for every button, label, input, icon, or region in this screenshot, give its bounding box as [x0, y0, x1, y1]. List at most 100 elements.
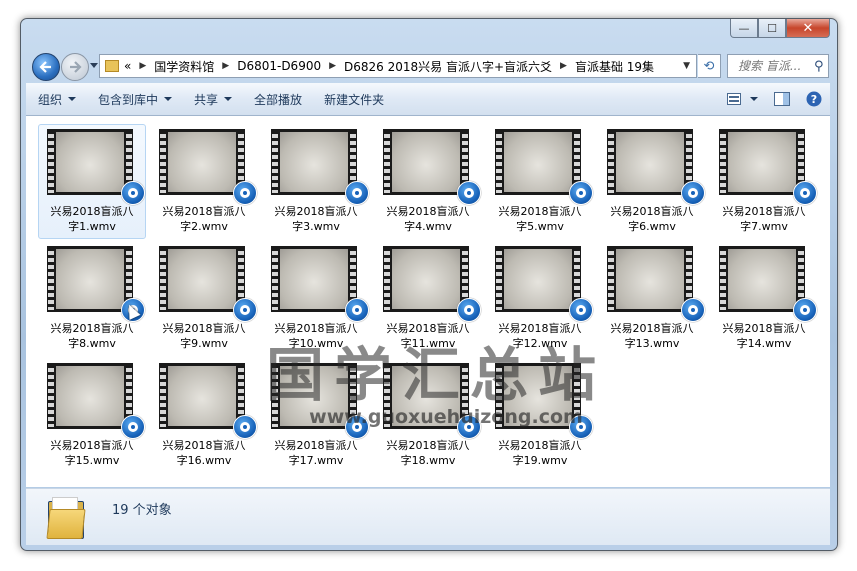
preview-pane-button[interactable]: [774, 92, 790, 106]
file-item[interactable]: 兴易2018盲派八 字11.wmv: [374, 241, 482, 356]
address-dropdown-icon[interactable]: ▼: [683, 61, 690, 71]
file-item[interactable]: 兴易2018盲派八 字2.wmv: [150, 124, 258, 239]
media-player-icon: [681, 181, 705, 205]
file-name-line: 兴易2018盲派八: [274, 205, 358, 218]
file-list-pane[interactable]: 兴易2018盲派八 字1.wmv 兴易2018盲派八 字2.wmv 兴易2018盲派八字…: [26, 116, 830, 487]
change-view-button[interactable]: [726, 92, 742, 106]
play-all-button[interactable]: 全部播放: [254, 91, 302, 108]
file-name: 兴易2018盲派八 字2.wmv: [151, 204, 257, 234]
maximize-button[interactable]: ☐: [758, 19, 786, 38]
file-item[interactable]: 兴易2018盲派八 字12.wmv: [486, 241, 594, 356]
include-in-library-menu[interactable]: 包含到库中: [98, 91, 173, 108]
search-icon[interactable]: ⚲: [814, 59, 824, 74]
share-menu[interactable]: 共享: [194, 91, 233, 108]
preview-pane-icon: [774, 92, 790, 106]
file-item[interactable]: 兴易2018盲派八 字3.wmv: [262, 124, 370, 239]
media-player-icon: [793, 181, 817, 205]
file-name-line: 兴易2018盲派八: [386, 439, 470, 452]
video-thumbnail: [271, 363, 357, 429]
file-item[interactable]: 兴易2018盲派八 字9.wmv: [150, 241, 258, 356]
file-name-line: 字11.wmv: [400, 337, 456, 350]
chevron-right-icon[interactable]: ▶: [329, 61, 336, 71]
thumbnail-frame: [168, 249, 236, 309]
film-perforation: [48, 248, 54, 310]
file-name-line: 兴易2018盲派八: [498, 322, 582, 335]
video-thumbnail: [271, 246, 357, 312]
video-thumbnail: [383, 246, 469, 312]
file-name: 兴易2018盲派八 字6.wmv: [599, 204, 705, 234]
video-thumbnail: [719, 129, 805, 195]
file-name: 兴易2018盲派八 字1.wmv: [39, 204, 145, 234]
file-item[interactable]: 兴易2018盲派八 字15.wmv: [38, 358, 146, 473]
minimize-button[interactable]: —: [730, 19, 758, 38]
thumbnail-frame: [616, 132, 684, 192]
file-name-line: 兴易2018盲派八: [162, 322, 246, 335]
file-item[interactable]: 兴易2018盲派八 字16.wmv: [150, 358, 258, 473]
media-player-icon: [457, 181, 481, 205]
thumbnail-frame: [504, 249, 572, 309]
chevron-right-icon[interactable]: ▶: [560, 61, 567, 71]
file-item[interactable]: 兴易2018盲派八 字17.wmv: [262, 358, 370, 473]
help-button[interactable]: ?: [806, 91, 822, 107]
file-name-line: 字5.wmv: [516, 220, 564, 233]
video-thumbnail: [383, 363, 469, 429]
file-item[interactable]: 兴易2018盲派八 字5.wmv: [486, 124, 594, 239]
file-name-line: 字10.wmv: [288, 337, 344, 350]
video-thumbnail: [495, 246, 581, 312]
chevron-down-icon: [750, 97, 758, 101]
refresh-button[interactable]: ⟲: [698, 54, 721, 78]
film-perforation: [48, 131, 54, 193]
breadcrumb-item[interactable]: D6801-D6900: [237, 59, 321, 73]
organize-menu[interactable]: 组织: [38, 91, 77, 108]
share-label: 共享: [194, 92, 219, 107]
breadcrumb-overflow[interactable]: «: [124, 59, 131, 73]
file-item[interactable]: 兴易2018盲派八 字19.wmv: [486, 358, 594, 473]
video-thumbnail: [607, 246, 693, 312]
film-perforation: [272, 248, 278, 310]
file-name-line: 字16.wmv: [176, 454, 232, 467]
file-item[interactable]: 兴易2018盲派八 字7.wmv: [710, 124, 818, 239]
file-item[interactable]: 兴易2018盲派八 字14.wmv: [710, 241, 818, 356]
media-player-icon: [345, 298, 369, 322]
file-item[interactable]: 兴易2018盲派八 字8.wmv: [38, 241, 146, 356]
thumbnail-frame: [280, 132, 348, 192]
forward-arrow-icon: [70, 61, 82, 73]
new-folder-button[interactable]: 新建文件夹: [324, 91, 384, 108]
file-item[interactable]: 兴易2018盲派八 字6.wmv: [598, 124, 706, 239]
file-name-line: 字4.wmv: [404, 220, 452, 233]
file-name: 兴易2018盲派八 字18.wmv: [375, 438, 481, 468]
film-perforation: [496, 248, 502, 310]
media-player-icon: [233, 415, 257, 439]
breadcrumb-item[interactable]: 国学资料馆: [154, 58, 214, 75]
film-perforation: [272, 131, 278, 193]
forward-button[interactable]: [61, 53, 89, 81]
film-perforation: [384, 365, 390, 427]
file-name-line: 字8.wmv: [68, 337, 116, 350]
file-item[interactable]: 兴易2018盲派八 字4.wmv: [374, 124, 482, 239]
search-input[interactable]: [736, 58, 812, 74]
media-player-icon: [681, 298, 705, 322]
back-button[interactable]: [32, 53, 60, 81]
close-button[interactable]: ✕: [786, 19, 830, 38]
chevron-right-icon[interactable]: ▶: [222, 61, 229, 71]
chevron-right-icon[interactable]: ▶: [139, 61, 146, 71]
breadcrumb-item[interactable]: D6826 2018兴易 盲派八字+盲派六爻: [344, 58, 552, 75]
chevron-down-icon: [164, 97, 173, 101]
file-item[interactable]: 兴易2018盲派八 字18.wmv: [374, 358, 482, 473]
file-item[interactable]: 兴易2018盲派八 字1.wmv: [38, 124, 146, 239]
address-bar[interactable]: « ▶ 国学资料馆 ▶ D6801-D6900 ▶ D6826 2018兴易 盲…: [99, 54, 697, 78]
recent-pages-dropdown[interactable]: [90, 63, 98, 68]
include-in-library-label: 包含到库中: [98, 92, 159, 107]
file-item[interactable]: 兴易2018盲派八 字10.wmv: [262, 241, 370, 356]
chevron-down-icon: [68, 97, 77, 101]
media-player-icon: [345, 181, 369, 205]
thumbnail-frame: [392, 366, 460, 426]
view-dropdown[interactable]: [744, 97, 758, 101]
file-item[interactable]: 兴易2018盲派八 字13.wmv: [598, 241, 706, 356]
search-box[interactable]: ⚲: [727, 54, 829, 78]
media-player-icon: [121, 415, 145, 439]
breadcrumb-item[interactable]: 盲派基础 19集: [575, 58, 654, 75]
file-name-line: 兴易2018盲派八: [274, 322, 358, 335]
video-thumbnail: [383, 129, 469, 195]
thumbnail-frame: [728, 132, 796, 192]
